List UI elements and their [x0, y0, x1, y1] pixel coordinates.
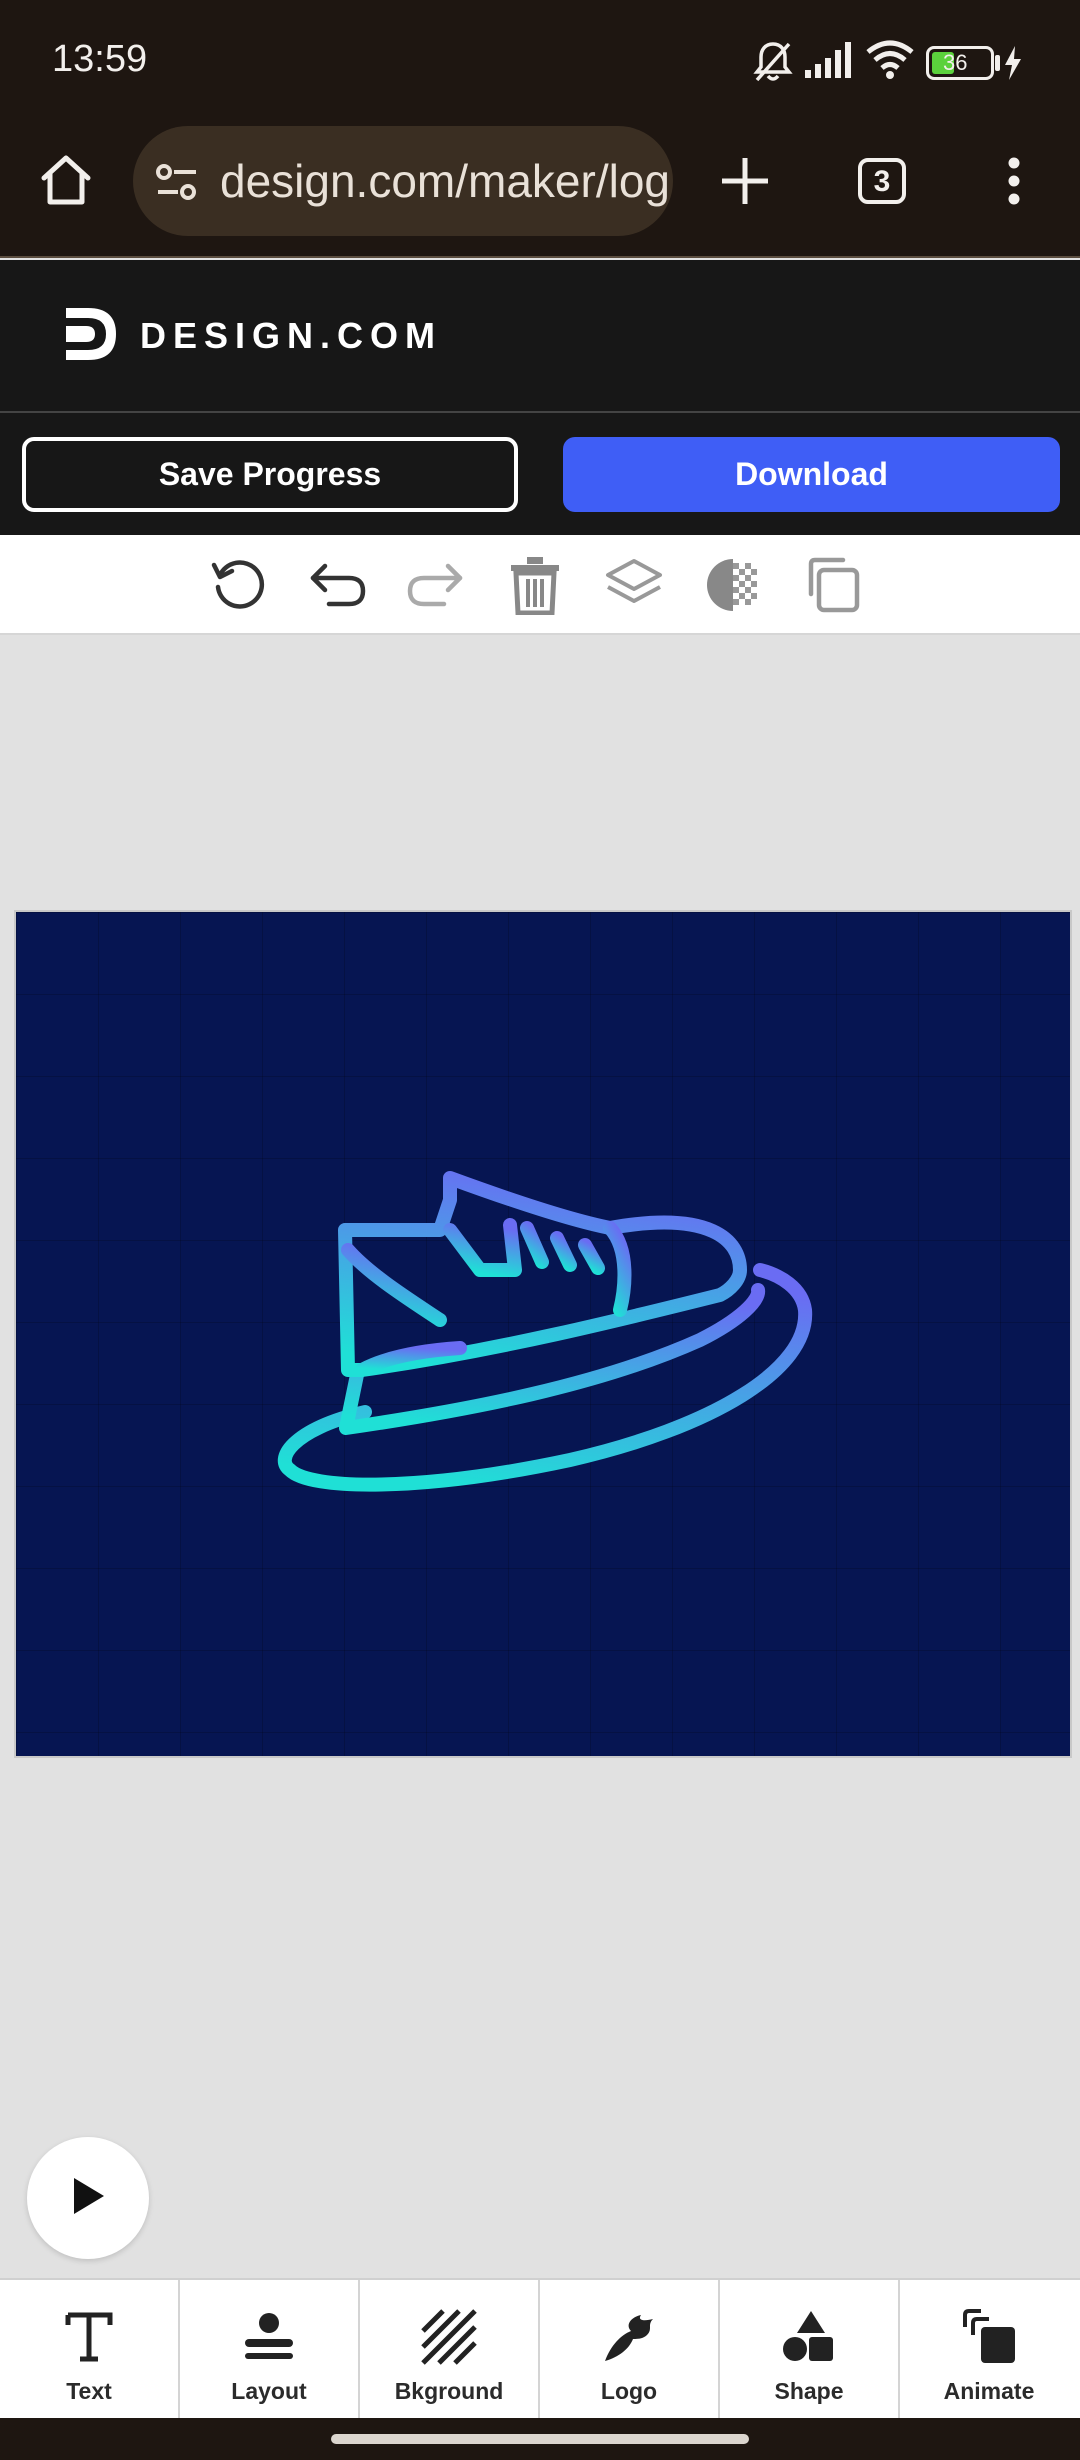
brand-logo-icon[interactable] — [62, 302, 122, 371]
wifi-icon — [866, 40, 914, 85]
logo-icon — [596, 2304, 662, 2370]
delete-icon[interactable] — [500, 550, 570, 620]
nav-item-logo[interactable]: Logo — [540, 2280, 720, 2420]
charging-icon — [1003, 46, 1023, 85]
nav-item-shape[interactable]: Shape — [720, 2280, 900, 2420]
signal-icon — [803, 40, 855, 85]
download-button[interactable]: Download — [563, 437, 1060, 512]
more-menu-icon[interactable] — [1002, 156, 1026, 211]
nav-label-text: Text — [66, 2378, 112, 2404]
layers-icon[interactable] — [599, 550, 669, 620]
status-bar — [0, 0, 1080, 120]
bell-off-icon — [752, 40, 794, 89]
nav-item-text[interactable]: Text — [0, 2280, 180, 2420]
site-settings-icon[interactable] — [154, 160, 200, 211]
battery-tip — [995, 55, 1000, 71]
brand-name[interactable]: DESIGN.COM — [140, 315, 442, 357]
play-animation-button[interactable] — [27, 2137, 149, 2259]
animate-icon — [956, 2304, 1022, 2370]
nav-label-animate: Animate — [943, 2378, 1035, 2404]
nav-label-background: Bkground — [394, 2378, 504, 2404]
nav-item-background[interactable]: Bkground — [360, 2280, 540, 2420]
tab-switcher-icon[interactable]: 3 — [858, 158, 906, 204]
undo-icon[interactable] — [302, 550, 372, 620]
reset-icon[interactable] — [203, 550, 273, 620]
nav-label-logo: Logo — [600, 2378, 658, 2404]
opacity-icon[interactable] — [698, 550, 768, 620]
text-icon — [56, 2304, 122, 2370]
new-tab-icon[interactable] — [718, 154, 772, 213]
redo-icon[interactable] — [401, 550, 471, 620]
background-icon — [416, 2304, 482, 2370]
shape-icon — [776, 2304, 842, 2370]
nav-item-layout[interactable]: Layout — [180, 2280, 360, 2420]
nav-label-shape: Shape — [774, 2378, 844, 2404]
nav-item-animate[interactable]: Animate — [900, 2280, 1078, 2420]
duplicate-icon[interactable] — [797, 550, 867, 620]
battery-icon: 36 — [926, 46, 994, 80]
sneaker-logo[interactable] — [270, 1170, 820, 1515]
gesture-handle[interactable] — [331, 2434, 749, 2444]
battery-level: 36 — [943, 50, 968, 75]
layout-icon — [236, 2304, 302, 2370]
save-progress-button[interactable]: Save Progress — [22, 437, 518, 512]
status-time: 13:59 — [52, 38, 148, 80]
play-icon — [68, 2174, 108, 2223]
url-text[interactable]: design.com/maker/logo — [220, 154, 670, 208]
nav-label-layout: Layout — [231, 2378, 307, 2404]
bottom-nav: Text Layout Bkground Logo Shape Animate — [0, 2278, 1080, 2420]
home-icon[interactable] — [36, 150, 96, 215]
